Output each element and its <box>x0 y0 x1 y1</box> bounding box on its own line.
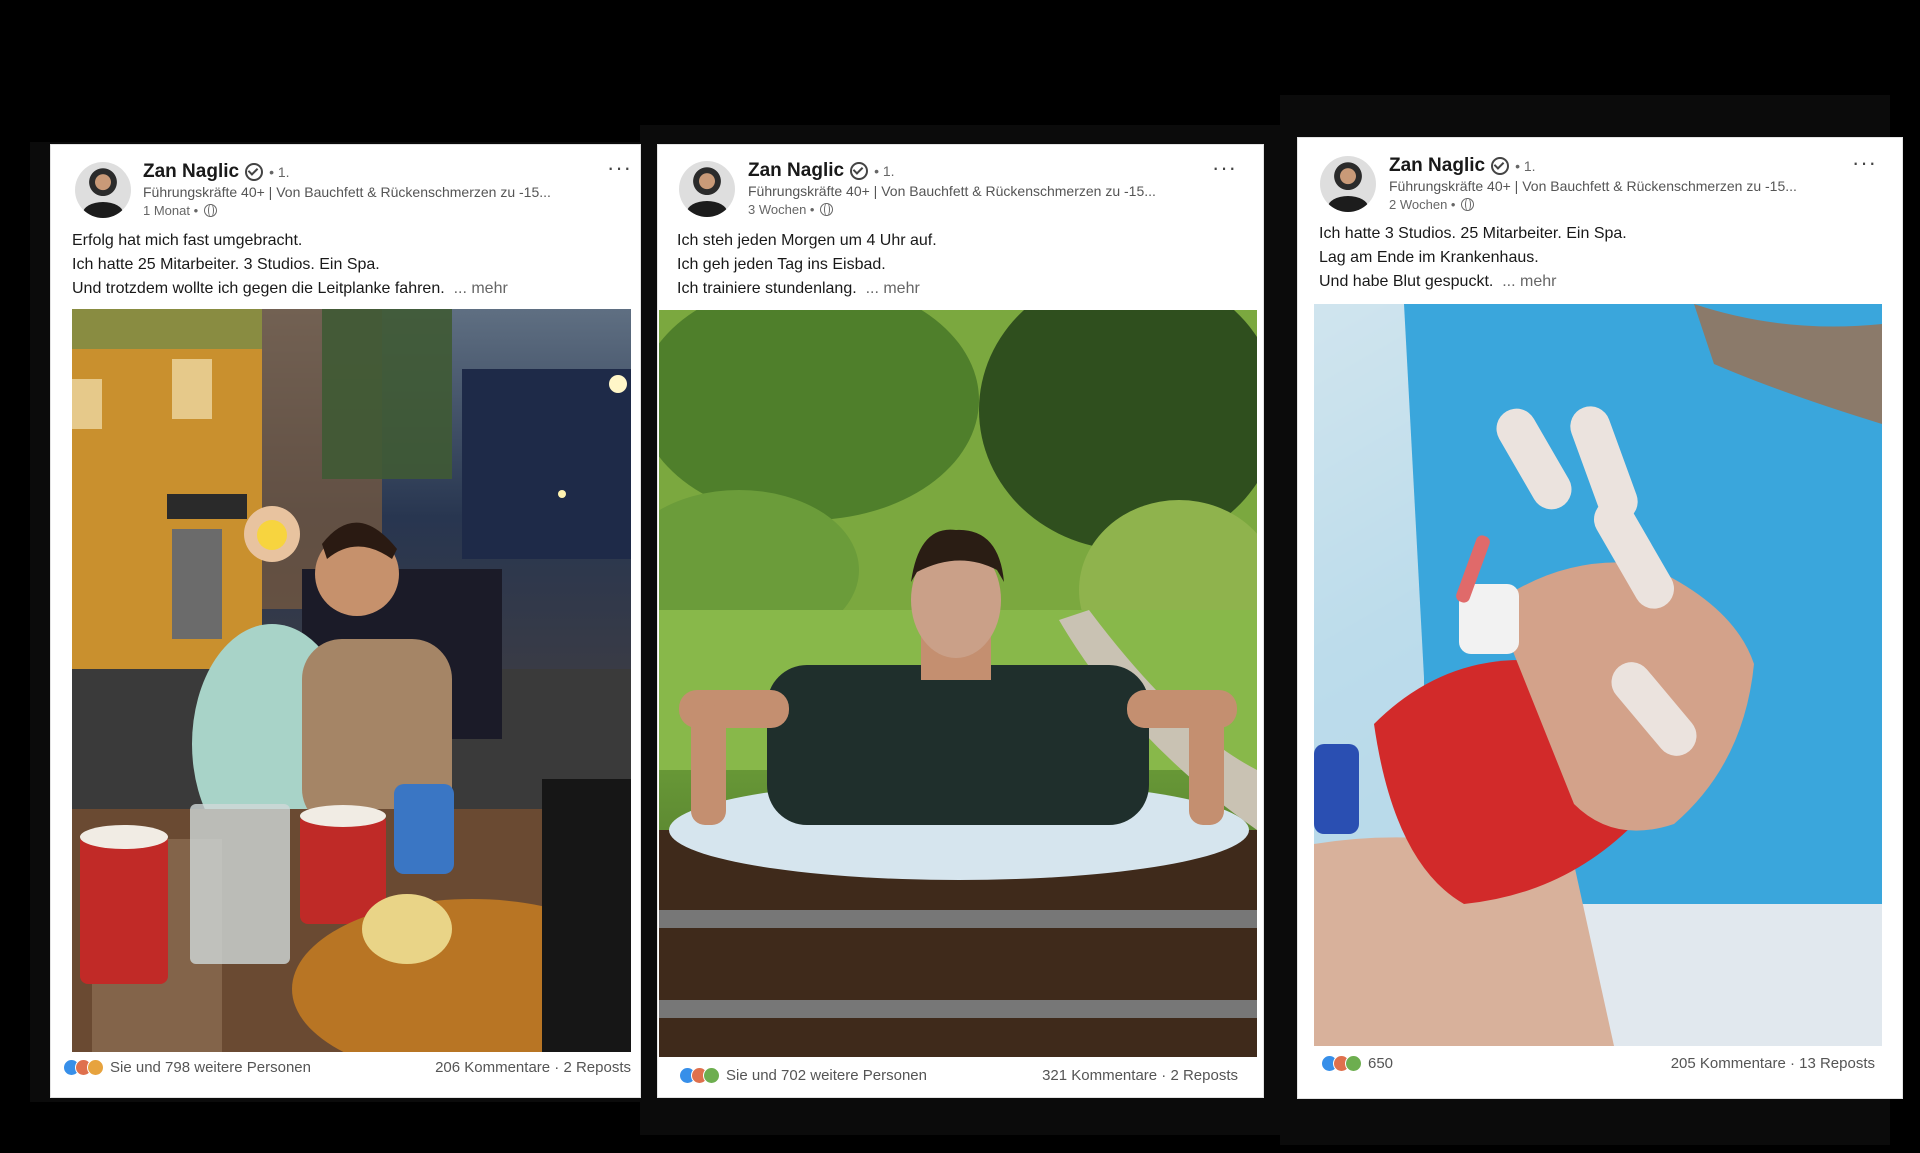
post-photo <box>1314 304 1882 1046</box>
post-stats[interactable]: 321 Kommentare · 2 Reposts <box>1042 1067 1238 1084</box>
author-row: Zan Naglic • 1. <box>748 160 895 182</box>
reactions-text: Sie und 798 weitere Personen <box>110 1059 311 1076</box>
post-meta: 2 Wochen • <box>1389 197 1475 212</box>
reactions-summary[interactable]: 650 <box>1321 1055 1393 1072</box>
avatar[interactable] <box>75 162 131 218</box>
post-card: Zan Naglic • 1. Führungskräfte 40+ | Von… <box>51 145 640 1097</box>
author-headline: Führungskräfte 40+ | Von Bauchfett & Rüc… <box>748 183 1156 199</box>
insightful-reaction-icon <box>87 1059 104 1076</box>
post-meta: 1 Monat • <box>143 203 218 218</box>
reaction-icons <box>63 1059 104 1076</box>
author-name[interactable]: Zan Naglic <box>748 160 844 182</box>
celebrate-reaction-icon <box>1345 1055 1362 1072</box>
avatar[interactable] <box>679 161 735 217</box>
globe-icon <box>820 203 834 216</box>
post-line: Und trotzdem wollte ich gegen die Leitpl… <box>72 280 445 297</box>
post-text: Erfolg hat mich fast umgebracht. Ich hat… <box>72 229 508 301</box>
post-stats[interactable]: 205 Kommentare · 13 Reposts <box>1671 1055 1875 1072</box>
see-more-link[interactable]: ... mehr <box>866 280 920 297</box>
reactions-text: 650 <box>1368 1055 1394 1072</box>
more-options-button[interactable]: ··· <box>607 157 632 179</box>
author-headline: Führungskräfte 40+ | Von Bauchfett & Rüc… <box>143 184 551 200</box>
connection-degree: • 1. <box>874 163 895 179</box>
verified-icon <box>1491 157 1510 175</box>
globe-icon <box>1461 198 1475 211</box>
reaction-icons <box>1321 1055 1362 1072</box>
post-time: 2 Wochen • <box>1389 197 1456 212</box>
post-card: Zan Naglic • 1. Führungskräfte 40+ | Von… <box>658 145 1263 1097</box>
reactions-summary[interactable]: Sie und 798 weitere Personen <box>63 1059 311 1076</box>
post-text: Ich hatte 3 Studios. 25 Mitarbeiter. Ein… <box>1319 222 1627 294</box>
reaction-icons <box>679 1067 720 1084</box>
verified-icon <box>850 162 869 180</box>
post-image[interactable] <box>1314 304 1882 1046</box>
author-row: Zan Naglic • 1. <box>143 161 290 183</box>
post-line: Ich steh jeden Morgen um 4 Uhr auf. <box>677 232 937 249</box>
post-time: 1 Monat • <box>143 203 199 218</box>
post-line: Ich hatte 25 Mitarbeiter. 3 Studios. Ein… <box>72 256 380 273</box>
post-text: Ich steh jeden Morgen um 4 Uhr auf. Ich … <box>677 229 937 301</box>
avatar[interactable] <box>1320 156 1376 212</box>
reactions-summary[interactable]: Sie und 702 weitere Personen <box>679 1067 927 1084</box>
post-line: Und habe Blut gespuckt. <box>1319 273 1494 290</box>
author-name[interactable]: Zan Naglic <box>1389 155 1485 177</box>
post-line: Erfolg hat mich fast umgebracht. <box>72 232 303 249</box>
see-more-link[interactable]: ... mehr <box>1502 273 1556 290</box>
post-meta: 3 Wochen • <box>748 202 834 217</box>
post-photo <box>659 310 1257 1057</box>
connection-degree: • 1. <box>269 164 290 180</box>
reactions-text: Sie und 702 weitere Personen <box>726 1067 927 1084</box>
post-line: Ich geh jeden Tag ins Eisbad. <box>677 256 886 273</box>
celebrate-reaction-icon <box>703 1067 720 1084</box>
more-options-button[interactable]: ··· <box>1852 152 1877 174</box>
author-row: Zan Naglic • 1. <box>1389 155 1536 177</box>
post-card: Zan Naglic • 1. Führungskräfte 40+ | Von… <box>1298 138 1902 1098</box>
see-more-link[interactable]: ... mehr <box>454 280 508 297</box>
post-time: 3 Wochen • <box>748 202 815 217</box>
post-line: Ich hatte 3 Studios. 25 Mitarbeiter. Ein… <box>1319 225 1627 242</box>
connection-degree: • 1. <box>1515 158 1536 174</box>
more-options-button[interactable]: ··· <box>1212 157 1237 179</box>
verified-icon <box>245 163 264 181</box>
post-image[interactable] <box>72 309 631 1052</box>
post-line: Lag am Ende im Krankenhaus. <box>1319 249 1539 266</box>
globe-icon <box>204 204 218 217</box>
post-line: Ich trainiere stundenlang. <box>677 280 857 297</box>
author-name[interactable]: Zan Naglic <box>143 161 239 183</box>
post-stats[interactable]: 206 Kommentare · 2 Reposts <box>435 1059 631 1076</box>
post-image[interactable] <box>659 310 1257 1057</box>
author-headline: Führungskräfte 40+ | Von Bauchfett & Rüc… <box>1389 178 1797 194</box>
post-photo <box>72 309 631 1052</box>
